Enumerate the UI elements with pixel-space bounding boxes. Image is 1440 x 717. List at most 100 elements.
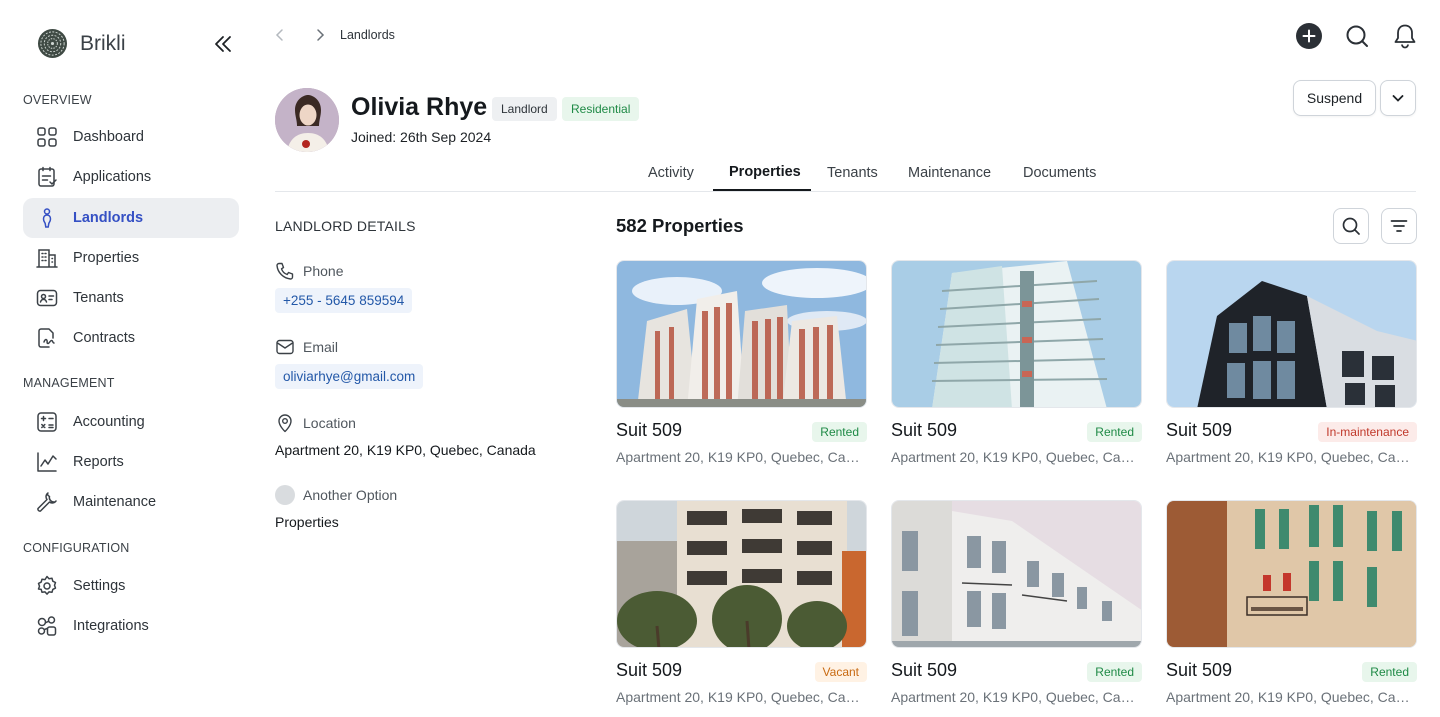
search-icon[interactable] [1344,23,1370,49]
tab-activity[interactable]: Activity [648,165,694,181]
sidebar-item-reports[interactable]: Reports [23,442,239,482]
property-title: Suit 509 [616,660,683,680]
email-label: Email [303,339,339,355]
sidebar-item-contracts[interactable]: Contracts [23,318,239,358]
section-label-configuration: CONFIGURATION [23,541,130,555]
sidebar-item-label: Dashboard [73,129,144,145]
add-button[interactable] [1296,23,1322,49]
brikli-logo-icon [37,28,68,59]
phone-icon [276,262,294,280]
sidebar-item-accounting[interactable]: Accounting [23,402,239,442]
sidebar-item-label: Landlords [73,210,144,226]
property-title: Suit 509 [891,660,958,680]
bell-icon[interactable] [1392,22,1418,50]
clipboard-icon [35,165,59,189]
contract-icon [35,326,59,350]
mail-icon [276,339,294,355]
profile-name: Olivia Rhye [351,93,488,121]
status-badge: Rented [1087,422,1142,442]
calculator-icon [35,410,59,434]
property-card[interactable]: Suit 509 Rented Apartment 20, K19 KP0, Q… [891,260,1142,465]
property-card[interactable]: Suit 509 Rented Apartment 20, K19 KP0, Q… [1166,500,1417,705]
sidebar-item-integrations[interactable]: Integrations [23,606,239,646]
properties-count-title: 582 Properties [616,215,744,236]
sidebar-item-label: Integrations [73,618,149,634]
brand[interactable]: Brikli [37,28,126,59]
property-address: Apartment 20, K19 KP0, Quebec, Canada [616,449,867,465]
property-title: Suit 509 [1166,420,1233,440]
joined-date: Joined: 26th Sep 2024 [351,129,492,145]
sidebar-item-maintenance[interactable]: Maintenance [23,482,239,522]
status-badge: Rented [1362,662,1417,682]
residential-tag: Residential [562,97,640,121]
back-arrow-icon[interactable] [272,27,288,43]
email-value[interactable]: oliviarhye@gmail.com [275,364,424,389]
property-address: Apartment 20, K19 KP0, Quebec, Canada [891,689,1142,705]
forward-arrow-icon[interactable] [312,27,328,43]
section-label-overview: OVERVIEW [23,93,92,107]
location-value: Apartment 20, K19 KP0, Quebec, Canada [275,442,536,458]
grid-icon [35,125,59,149]
plus-icon [1302,29,1316,43]
option-dot-icon [275,485,295,505]
search-properties-button[interactable] [1333,208,1369,244]
sidebar-item-label: Tenants [73,290,124,306]
tabs-divider [275,191,1416,192]
filter-icon [1390,220,1408,232]
property-photo [891,260,1142,408]
sidebar-item-settings[interactable]: Settings [23,566,239,606]
wrench-icon [35,490,59,514]
property-card[interactable]: Suit 509 Vacant Apartment 20, K19 KP0, Q… [616,500,867,705]
more-actions-button[interactable] [1380,80,1416,116]
property-card[interactable]: Suit 509 Rented Apartment 20, K19 KP0, Q… [616,260,867,465]
tab-documents[interactable]: Documents [1023,165,1096,181]
sidebar-item-tenants[interactable]: Tenants [23,278,239,318]
tab-maintenance[interactable]: Maintenance [908,165,991,181]
sidebar-item-label: Reports [73,454,124,470]
chevron-down-icon [1392,95,1404,102]
tab-properties[interactable]: Properties [729,164,801,180]
gear-icon [35,574,59,598]
sidebar-item-properties[interactable]: Properties [23,238,239,278]
phone-value[interactable]: +255 - 5645 859594 [275,288,413,313]
tab-tenants[interactable]: Tenants [827,165,878,181]
property-photo [616,260,867,408]
phone-label: Phone [303,263,344,279]
landlord-tag: Landlord [492,97,557,121]
filter-button[interactable] [1381,208,1417,244]
active-tab-indicator [713,189,811,191]
sidebar-item-label: Applications [73,169,152,185]
person-icon [35,206,59,230]
property-card[interactable]: Suit 509 In-maintenance Apartment 20, K1… [1166,260,1417,465]
sidebar-item-label: Properties [73,250,140,266]
sidebar-item-dashboard[interactable]: Dashboard [23,117,239,157]
id-card-icon [35,286,59,310]
sidebar-item-applications[interactable]: Applications [23,157,239,197]
app-name: Brikli [80,31,126,55]
section-label-management: MANAGEMENT [23,376,115,390]
sidebar-item-landlords[interactable]: Landlords [23,198,239,238]
location-label: Location [303,415,356,431]
sidebar-item-label: Contracts [73,330,136,346]
sidebar-item-label: Settings [73,578,126,594]
property-address: Apartment 20, K19 KP0, Quebec, Canada [891,449,1142,465]
property-photo [1166,500,1417,648]
property-address: Apartment 20, K19 KP0, Quebec, Canada [1166,449,1417,465]
details-title: LANDLORD DETAILS [275,218,416,234]
property-address: Apartment 20, K19 KP0, Quebec, Canada [616,689,867,705]
property-photo [616,500,867,648]
suspend-button[interactable]: Suspend [1293,80,1376,116]
status-badge: Vacant [814,662,867,682]
sidebar-item-label: Maintenance [73,494,157,510]
integrations-icon [35,614,59,638]
breadcrumb-current: Landlords [340,28,395,42]
property-card[interactable]: Suit 509 Rented Apartment 20, K19 KP0, Q… [891,500,1142,705]
other-option-value: Properties [275,514,339,530]
status-badge: Rented [812,422,867,442]
collapse-sidebar-icon[interactable] [212,33,234,55]
property-photo [891,500,1142,648]
search-icon [1342,217,1360,235]
property-title: Suit 509 [1166,660,1233,680]
property-title: Suit 509 [616,420,683,440]
building-icon [35,246,59,270]
